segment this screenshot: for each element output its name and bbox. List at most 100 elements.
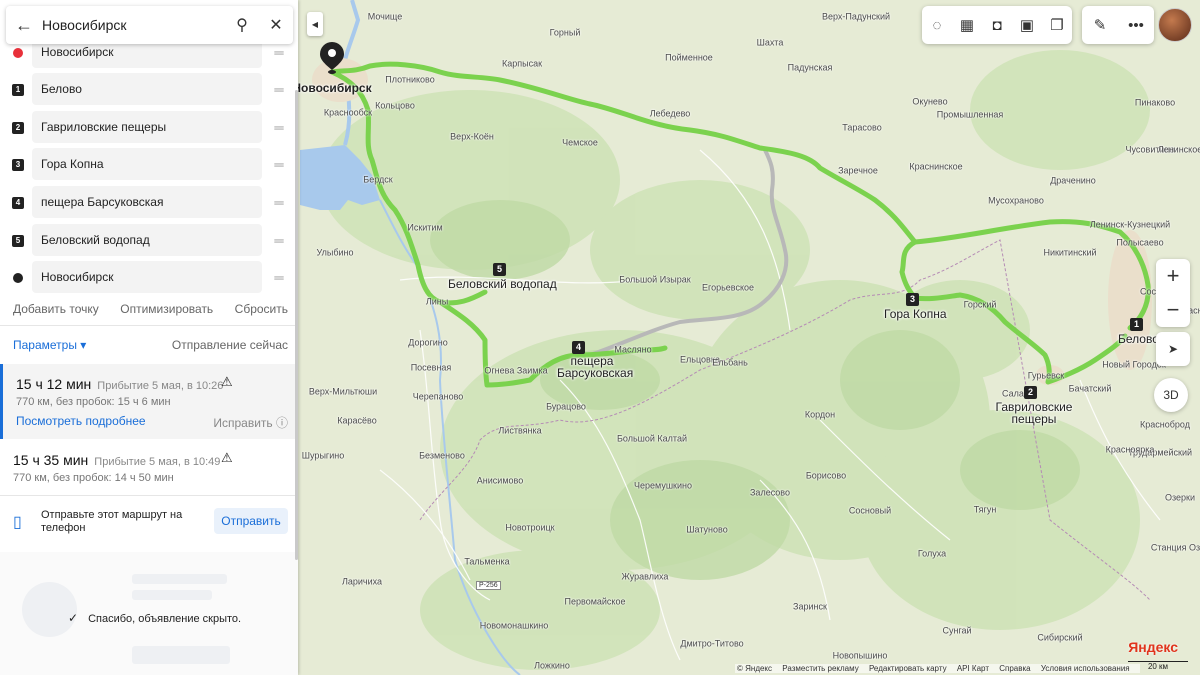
waypoint-row[interactable]: Новосибирск ═: [0, 261, 298, 295]
send-text: Отправьте этот маршрут на телефон: [41, 509, 183, 534]
waypoint-input[interactable]: Беловский водопад: [32, 224, 262, 256]
zoom-in-button[interactable]: +: [1156, 259, 1190, 293]
zoom-control: + −: [1156, 259, 1190, 327]
waypoint-input[interactable]: пещера Барсуковская: [32, 186, 262, 218]
waypoint-input[interactable]: Новосибирск: [32, 261, 262, 293]
place-label: Краснинское: [909, 161, 963, 172]
waypoint-row[interactable]: 2 Гавриловские пещеры ═: [0, 111, 298, 145]
map-waypoint-4-badge[interactable]: 4: [572, 341, 585, 354]
add-point-button[interactable]: Добавить точку: [13, 302, 99, 316]
departure-time[interactable]: Отправление сейчас: [172, 338, 288, 352]
map-waypoint-3-label: Гора Копна: [884, 307, 947, 321]
place-label: Масляно: [614, 344, 652, 355]
send-button[interactable]: Отправить: [214, 508, 288, 534]
place-label: Залесово: [750, 487, 790, 498]
waypoint-row[interactable]: 4 пещера Барсуковская ═: [0, 186, 298, 220]
place-label: Большой Калтай: [617, 433, 687, 444]
waypoint-row[interactable]: 5 Беловский водопад ═: [0, 224, 298, 258]
map-waypoint-2-label: Гавриловские пещеры: [995, 400, 1073, 426]
waypoint-row[interactable]: 1 Белово ═: [0, 73, 298, 107]
place-label: Безменово: [419, 450, 465, 461]
place-label: Сибирский: [1037, 632, 1083, 643]
ad-image: [22, 582, 77, 637]
waypoint-number-icon: 1: [12, 84, 24, 96]
place-label: Лебедево: [649, 108, 691, 119]
place-label: Заринск: [793, 601, 827, 612]
map-waypoint-2-badge[interactable]: 2: [1024, 386, 1037, 399]
route-arrival: Прибытие 5 мая, в 10:49: [94, 456, 221, 468]
waypoint-number: 2: [12, 122, 24, 134]
back-arrow-icon[interactable]: ←: [6, 15, 42, 36]
api-link[interactable]: API Карт: [957, 664, 989, 673]
place-label: Верх-Падунский: [821, 11, 891, 22]
reset-button[interactable]: Сбросить: [235, 302, 288, 316]
transport-icon[interactable]: ▣: [1012, 9, 1042, 41]
map-layers-toolbar: ◌ ▦ ◘ ▣ ❐: [922, 6, 1072, 44]
map-waypoint-3-badge[interactable]: 3: [906, 293, 919, 306]
zoom-out-button[interactable]: −: [1156, 293, 1190, 327]
place-label: Борисово: [805, 470, 847, 481]
help-link[interactable]: Справка: [999, 664, 1030, 673]
waypoint-input[interactable]: Гавриловские пещеры: [32, 111, 262, 143]
drag-handle-icon[interactable]: ═: [272, 82, 286, 97]
drag-handle-icon[interactable]: ═: [272, 120, 286, 135]
map-waypoint-1-badge[interactable]: 1: [1130, 318, 1143, 331]
edit-map-link[interactable]: Редактировать карту: [869, 664, 947, 673]
close-icon[interactable]: ✕: [259, 15, 293, 35]
geolocation-icon[interactable]: ➤: [1156, 332, 1190, 366]
layers-icon[interactable]: ❐: [1042, 9, 1072, 41]
map-waypoint-5-badge[interactable]: 5: [493, 263, 506, 276]
place-label: Лины: [425, 296, 449, 307]
place-label: Горный: [549, 27, 581, 38]
place-label: Никитинский: [1043, 247, 1097, 258]
place-label: Черемушкино: [634, 480, 692, 491]
ad-hidden-message: ✓ Спасибо, объявление скрыто.: [68, 611, 241, 625]
send-to-phone: ▯ Отправьте этот маршрут на телефон Отпр…: [13, 508, 288, 538]
drag-handle-icon[interactable]: ═: [272, 195, 286, 210]
place-label: Листвянка: [498, 425, 542, 436]
warning-icon: ⚠: [221, 374, 233, 389]
panel-scrollbar[interactable]: [295, 90, 298, 560]
waypoint-input[interactable]: Белово: [32, 73, 262, 105]
user-avatar[interactable]: [1158, 8, 1192, 42]
place-label: Краснообск: [323, 107, 373, 118]
waypoint-row[interactable]: 3 Гора Копна ═: [0, 148, 298, 182]
place-label: Шурыгино: [301, 450, 345, 461]
fix-route-link[interactable]: Исправить ⓘ: [213, 414, 288, 431]
place-label: Анисимово: [476, 475, 524, 486]
drag-handle-icon[interactable]: ═: [272, 45, 286, 60]
optimize-button[interactable]: Оптимизировать: [120, 302, 213, 316]
params-dropdown[interactable]: Параметры ▾: [13, 338, 86, 352]
place-label: Шатуново: [686, 524, 728, 535]
more-icon[interactable]: •••: [1120, 9, 1152, 41]
panorama-icon[interactable]: ◌: [922, 9, 952, 41]
collapse-panel-button[interactable]: ◀: [307, 12, 323, 36]
drag-handle-icon[interactable]: ═: [272, 270, 286, 285]
search-input[interactable]: Новосибирск: [42, 17, 225, 33]
place-label: Верх-Мильтюши: [308, 386, 378, 397]
waypoint-number-icon: 4: [12, 197, 24, 209]
ruler-icon[interactable]: ✎: [1084, 9, 1116, 41]
search-icon[interactable]: ⚲: [225, 15, 259, 35]
drag-handle-icon[interactable]: ═: [272, 157, 286, 172]
route-option-2[interactable]: 15 ч 35 мин Прибытие 5 мая, в 10:49 ⚠ 770…: [0, 440, 298, 495]
copyright-bar: © Яндекс Разместить рекламу Редактироват…: [735, 664, 1140, 673]
phone-icon: ▯: [13, 514, 22, 531]
place-label: Новопышино: [832, 650, 888, 661]
advertise-link[interactable]: Разместить рекламу: [782, 664, 858, 673]
terms-link[interactable]: Условия использования: [1041, 664, 1130, 673]
drag-handle-icon[interactable]: ═: [272, 233, 286, 248]
place-label: Промышленная: [936, 109, 1004, 120]
camera-icon[interactable]: ◘: [982, 9, 1012, 41]
place-label: Первомайское: [564, 596, 626, 607]
waypoint-input[interactable]: Гора Копна: [32, 148, 262, 180]
route-details-link[interactable]: Посмотреть подробнее: [16, 414, 146, 428]
place-label: Красноярка: [1105, 444, 1155, 455]
map-layers-icon[interactable]: ▦: [952, 9, 982, 41]
3d-button[interactable]: 3D: [1154, 378, 1188, 412]
route-option-1[interactable]: 15 ч 12 мин Прибытие 5 мая, в 10:26 ⚠ 770…: [0, 364, 298, 439]
route-panel: Новосибирск ═ 1 Белово ═ 2 Гавриловские пещеры…: [0, 0, 298, 675]
map-waypoint-4-label: пещера Барсуковская: [557, 354, 634, 380]
end-dot-icon: [12, 272, 24, 284]
route-distance: 770 км, без пробок: 14 ч 50 мин: [13, 472, 174, 484]
